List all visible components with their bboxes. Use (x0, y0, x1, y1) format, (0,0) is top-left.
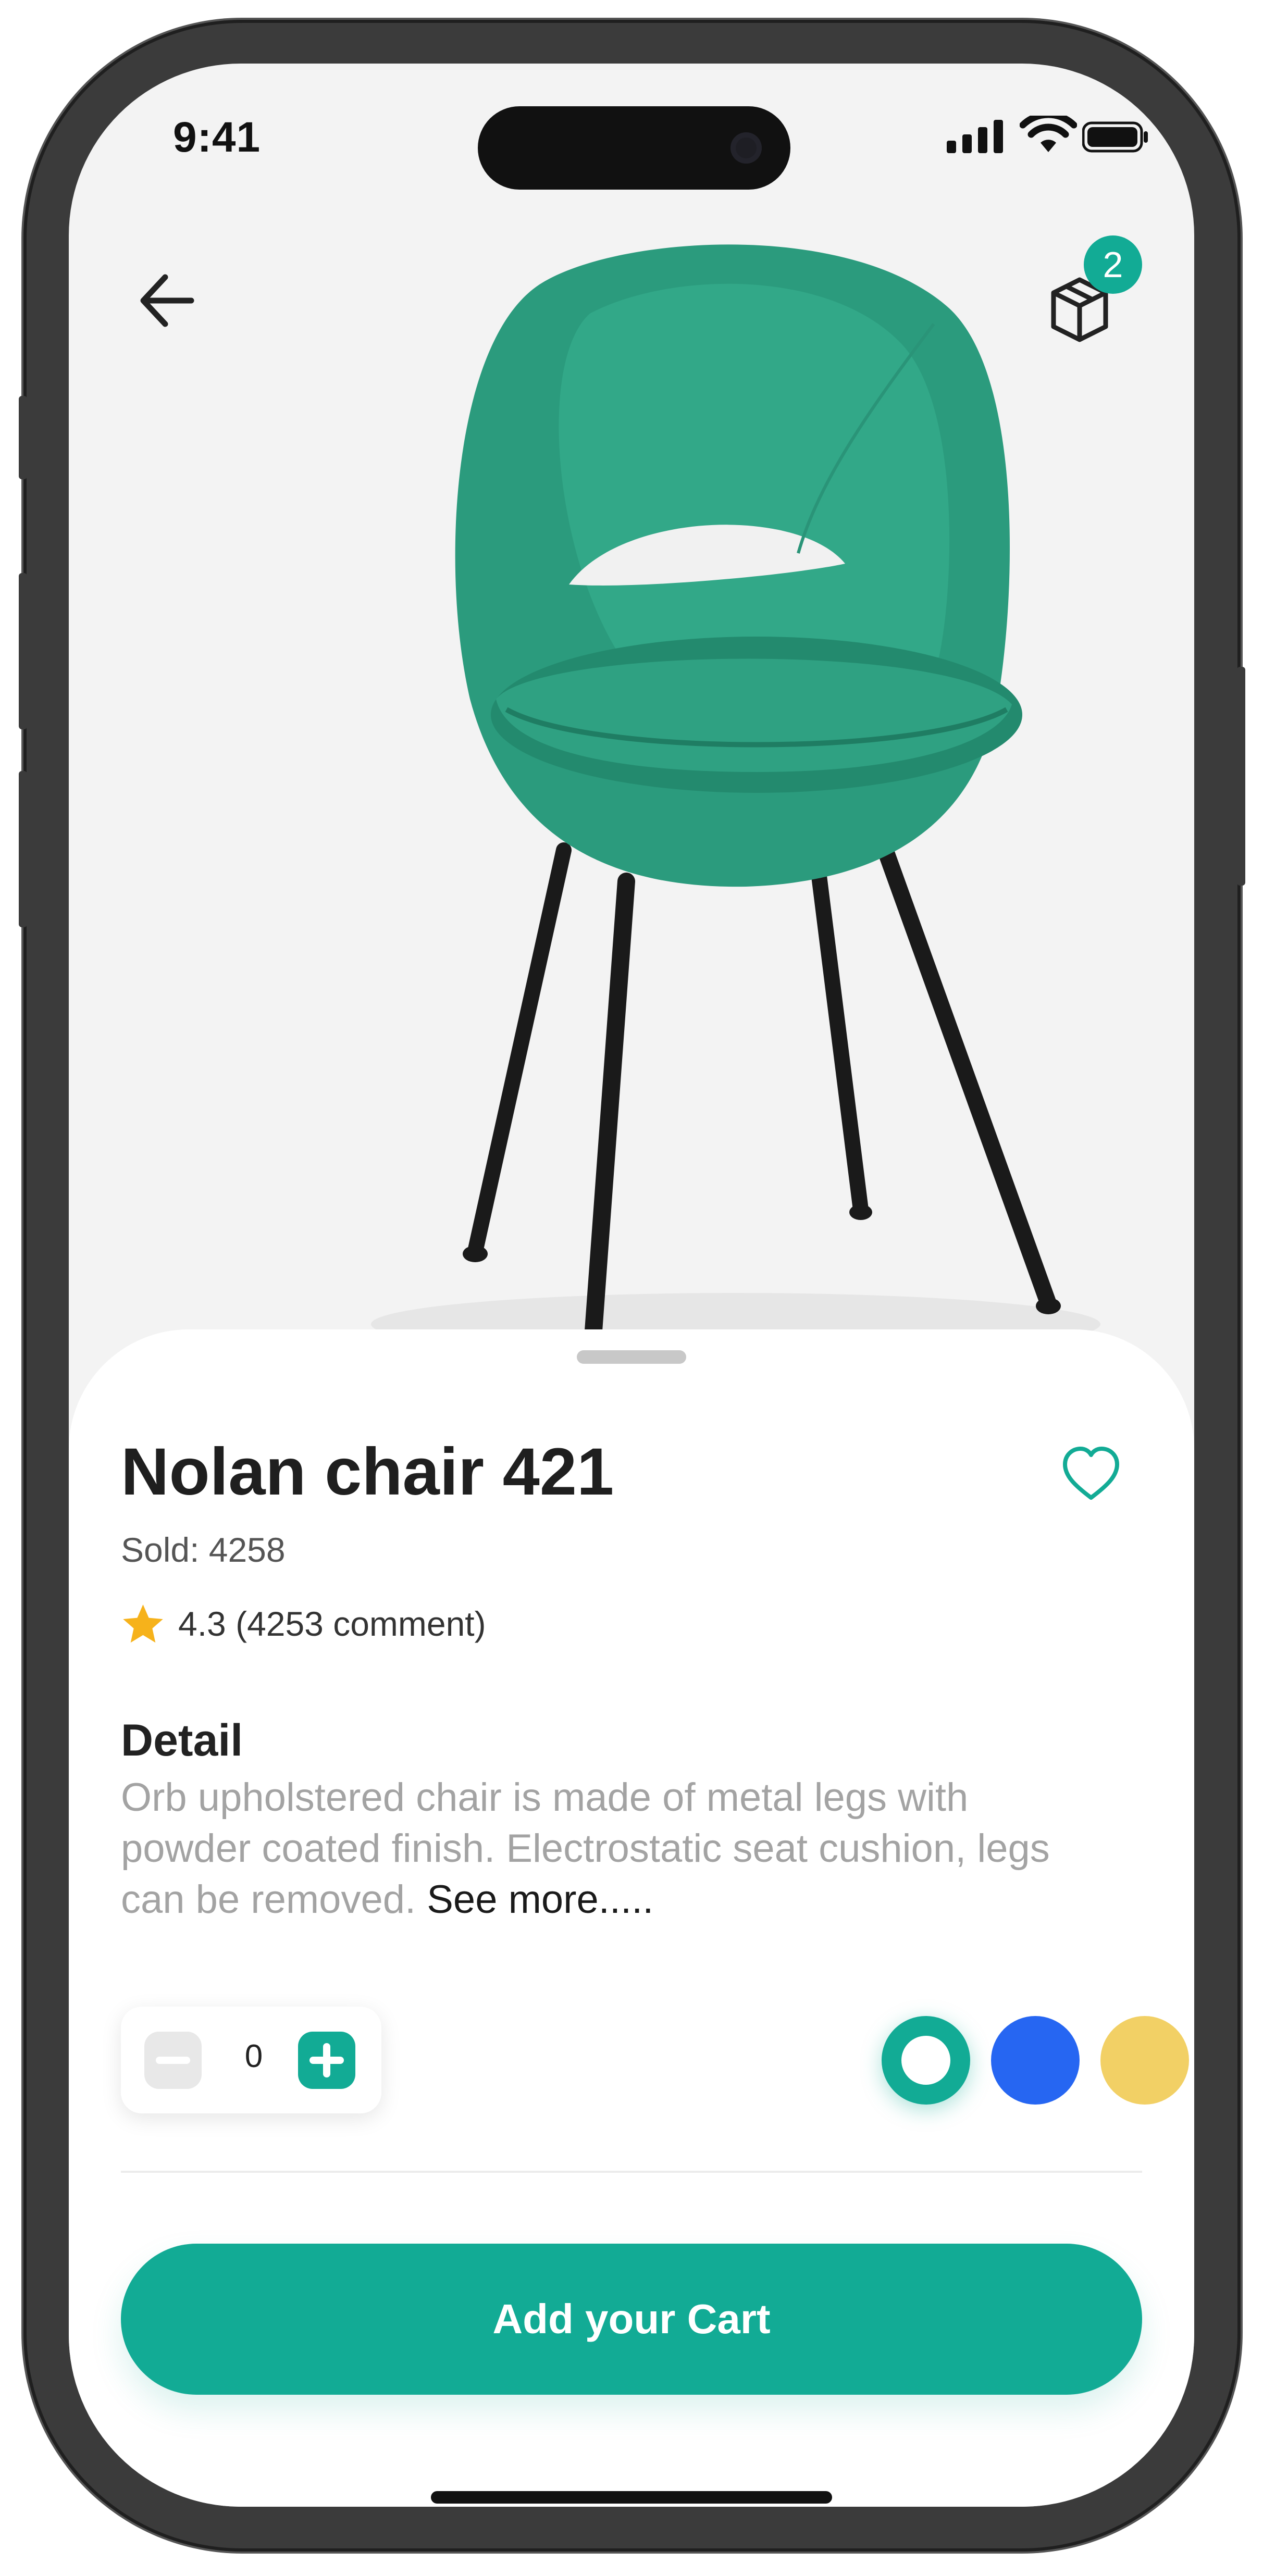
rating-text: 4.3 (4253 comment) (178, 1604, 486, 1643)
quantity-value: 0 (244, 2038, 263, 2074)
silent-switch (19, 396, 27, 479)
camera-icon (730, 132, 762, 164)
sheet-handle[interactable] (577, 1350, 686, 1364)
see-more-link[interactable]: See more..... (427, 1877, 653, 1922)
detail-description: Orb upholstered chair is made of metal l… (121, 1772, 1100, 1925)
color-swatch-teal[interactable] (882, 2016, 970, 2105)
divider (121, 2171, 1142, 2173)
color-swatch-yellow[interactable] (1100, 2016, 1189, 2105)
screen: 9:41 2 Nolan chair 421 Sold: 4258 4.3 (4… (69, 64, 1194, 2507)
rating-row: 4.3 (4253 comment) (121, 1600, 486, 1647)
decrease-button[interactable] (144, 2032, 202, 2089)
minus-icon (156, 2057, 190, 2064)
volume-up-button (19, 573, 27, 729)
back-button[interactable] (129, 262, 207, 340)
volume-down-button (19, 771, 27, 927)
signal-icon (947, 120, 1003, 153)
wifi-icon (1020, 116, 1077, 152)
heart-icon (1063, 1447, 1119, 1500)
power-button (1237, 667, 1245, 886)
home-indicator[interactable] (431, 2491, 832, 2504)
quantity-stepper: 0 (121, 2007, 381, 2113)
product-title: Nolan chair 421 (121, 1435, 614, 1509)
detail-heading: Detail (121, 1715, 243, 1765)
status-icons (947, 116, 1148, 157)
arrow-left-icon (140, 274, 194, 327)
increase-button[interactable] (298, 2032, 355, 2089)
product-image (371, 244, 1100, 1357)
star-icon (123, 1604, 163, 1642)
status-time: 9:41 (173, 114, 261, 161)
product-sheet: Nolan chair 421 Sold: 4258 4.3 (4253 com… (69, 1329, 1194, 2507)
dynamic-island (478, 106, 790, 190)
color-swatch-blue[interactable] (991, 2016, 1080, 2105)
plus-icon (309, 2043, 344, 2077)
favorite-button[interactable] (1059, 1441, 1124, 1507)
add-to-cart-button[interactable]: Add your Cart (121, 2244, 1142, 2395)
battery-icon (1082, 121, 1148, 153)
sold-count: Sold: 4258 (121, 1530, 286, 1569)
cart-badge: 2 (1084, 235, 1142, 294)
